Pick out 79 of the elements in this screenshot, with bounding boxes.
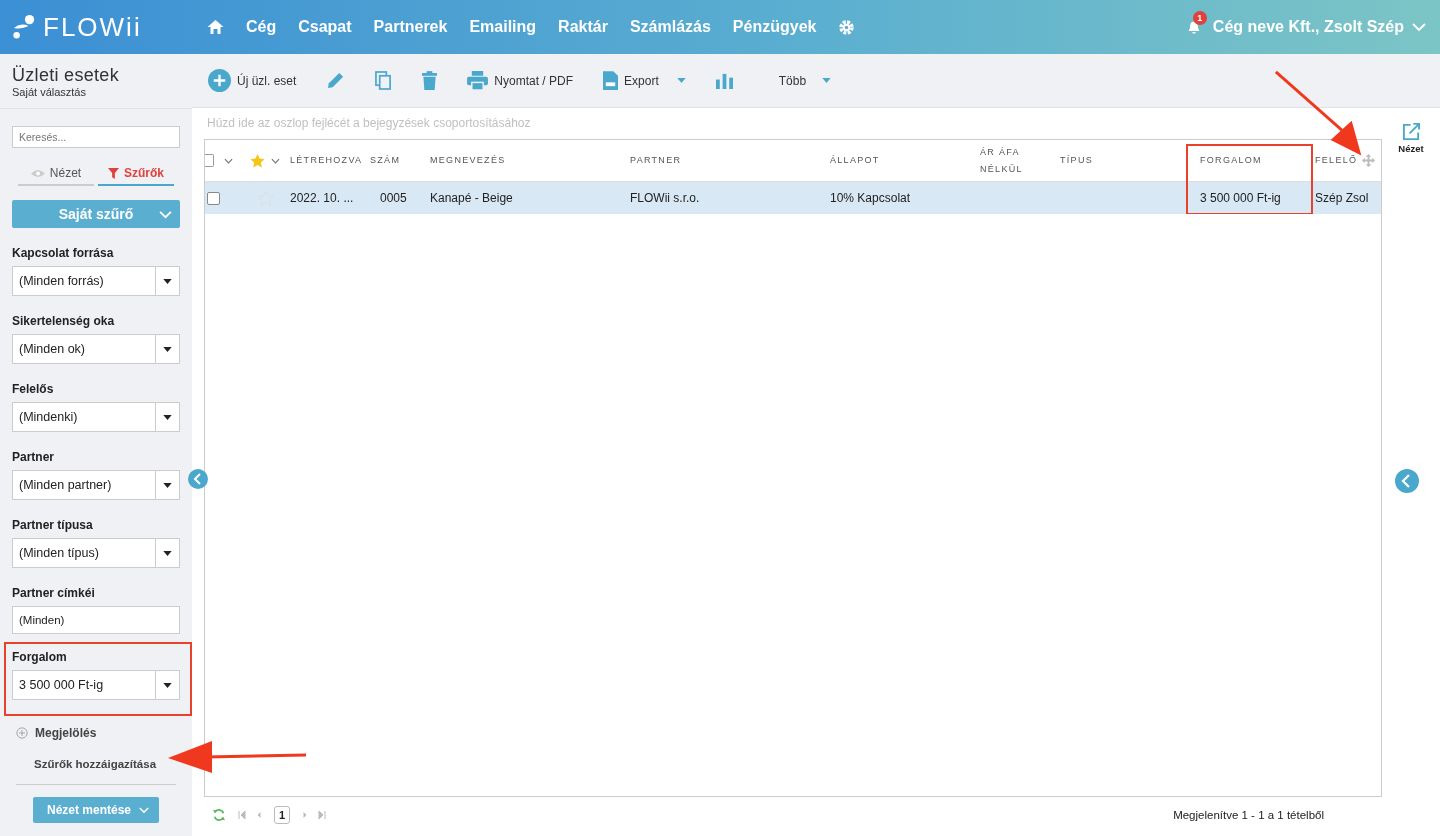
collapse-left-icon[interactable]	[188, 469, 208, 489]
home-icon[interactable]	[207, 19, 224, 35]
caret-down-icon[interactable]	[163, 482, 172, 488]
column-header[interactable]: TÍPUS	[1060, 152, 1093, 169]
caret-down-icon[interactable]	[163, 346, 172, 352]
column-header[interactable]: LÉTREHOZVA	[290, 152, 363, 169]
bell-icon[interactable]	[1186, 19, 1201, 35]
chevron-down-icon[interactable]	[271, 157, 280, 164]
column-header[interactable]: SZÁM	[370, 152, 401, 169]
table-cell: Szép Zsol	[1315, 191, 1369, 205]
filter-field[interactable]: (Minden)	[12, 606, 180, 634]
filter-dropdown[interactable]: (Minden típus)	[12, 538, 180, 568]
copy-icon[interactable]	[375, 71, 393, 90]
table-cell: 10% Kapcsolat	[830, 191, 911, 205]
column-header[interactable]: FORGALOM	[1200, 152, 1262, 169]
page-subtitle: Saját választás	[12, 85, 87, 98]
filter-icon[interactable]	[108, 167, 119, 179]
plus-circle-icon[interactable]	[16, 727, 28, 739]
filter-label: Partner típusa	[12, 518, 94, 532]
filter-label: Kapcsolat forrása	[12, 246, 115, 260]
sidebar-tab[interactable]: Szűrők	[98, 162, 174, 186]
new-deal-button[interactable]: Új üzl. eset	[208, 69, 297, 92]
page-title: Üzleti esetek	[12, 64, 120, 86]
column-header[interactable]: PARTNER	[630, 152, 682, 169]
next-page-icon[interactable]	[302, 811, 309, 819]
view-label[interactable]: Nézet	[1398, 143, 1424, 154]
column-header[interactable]: ÁLLAPOT	[830, 152, 880, 169]
filter-dropdown[interactable]: (Minden partner)	[12, 470, 180, 500]
table-cell: FLOWii s.r.o.	[630, 191, 700, 205]
column-header[interactable]: FELELŐ	[1315, 152, 1358, 169]
external-link-icon[interactable]	[1401, 122, 1421, 141]
filter-label: Sikertelenség oka	[12, 314, 116, 328]
document-icon[interactable]	[603, 71, 619, 90]
table-cell: 0005	[380, 191, 407, 205]
print-button[interactable]: Nyomtat / PDF	[467, 71, 574, 90]
eye-icon[interactable]	[30, 168, 45, 178]
caret-down-icon[interactable]	[163, 682, 172, 688]
filter-dropdown[interactable]: (Minden forrás)	[12, 266, 180, 296]
export-button[interactable]: Export	[603, 71, 686, 90]
caret-down-icon[interactable]	[163, 414, 172, 420]
star-icon[interactable]	[250, 153, 265, 168]
trash-icon[interactable]	[422, 71, 438, 90]
filter-label: Partner	[12, 450, 56, 464]
mark-label[interactable]: Megjelölés	[35, 726, 97, 740]
sidebar-tab[interactable]: Nézet	[18, 162, 94, 186]
filter-dropdown[interactable]: (Minden ok)	[12, 334, 180, 364]
column-header[interactable]: MEGNEVEZÉS	[430, 152, 506, 169]
settings-icon[interactable]	[838, 18, 856, 36]
caret-down-icon[interactable]	[163, 550, 172, 556]
pencil-icon[interactable]	[326, 71, 346, 90]
select-all-checkbox[interactable]	[205, 154, 214, 167]
search-field[interactable]: Keresés...	[12, 126, 180, 148]
filter-label: Felelős	[12, 382, 55, 396]
more-button[interactable]: Több	[778, 73, 832, 88]
refresh-icon[interactable]	[212, 808, 226, 822]
last-page-icon[interactable]	[318, 811, 327, 819]
page-number[interactable]: 1	[274, 806, 291, 824]
notification-badge: 1	[1192, 10, 1207, 25]
table-cell: 2022. 10. ...	[290, 191, 354, 205]
caret-down-icon[interactable]	[163, 278, 172, 284]
adjust-filters-link[interactable]: Szűrők hozzáigazítása	[34, 758, 180, 770]
previous-page-icon[interactable]	[256, 811, 262, 819]
row-background[interactable]	[205, 182, 1381, 214]
table-cell: 3 500 000 Ft-ig	[1200, 191, 1281, 205]
filter-label: Partner címkéi	[12, 586, 96, 600]
logo-icon	[12, 15, 36, 39]
column-header[interactable]: ÁR ÁFA NÉLKÜL	[980, 143, 1056, 178]
collapse-right-icon[interactable]	[1395, 469, 1419, 493]
filter-dropdown[interactable]: (Mindenki)	[12, 402, 180, 432]
plus-circle-icon[interactable]	[208, 69, 231, 92]
filter-label: Forgalom	[12, 650, 68, 664]
bar-chart-icon[interactable]	[715, 72, 733, 89]
first-page-icon[interactable]	[238, 811, 246, 819]
chevron-down-icon[interactable]	[224, 157, 233, 164]
table-cell: Kanapé - Beige	[430, 191, 513, 205]
move-icon	[1362, 154, 1375, 167]
printer-icon[interactable]	[467, 71, 489, 90]
filter-dropdown[interactable]: 3 500 000 Ft-ig	[12, 670, 180, 700]
pager-summary: Megjelenítve 1 - 1 a 1 tételből	[1173, 809, 1324, 821]
